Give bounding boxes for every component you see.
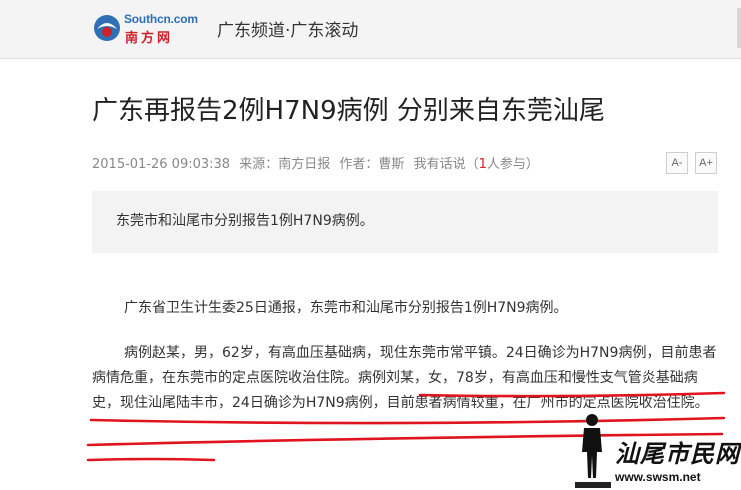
article-summary-box: 东莞市和汕尾市分别报告1例H7N9病例。 <box>92 191 718 253</box>
comment-prefix: 我有话说（ <box>413 157 479 172</box>
comment-count: 1 <box>478 157 487 172</box>
site-logo[interactable]: Southcn.com 南方网 <box>92 9 202 47</box>
article-paragraph-1: 广东省卫生计生委25日通报，东莞市和汕尾市分别报告1例H7N9病例。 <box>92 296 722 321</box>
logo-english-text: Southcn.com <box>124 12 198 26</box>
site-watermark: 汕尾市民网 www.swsm.net <box>575 412 741 490</box>
header-edge-divider <box>737 8 741 48</box>
comment-link[interactable]: 我有话说（1人参与） <box>414 157 539 172</box>
source-label: 来源： <box>239 157 279 172</box>
paragraph-2-text: 病例赵某，男，62岁，有高血压基础病，现住东莞市常平镇。24日确诊为H7N9病例… <box>92 345 717 411</box>
watermark-url: www.swsm.net <box>615 470 701 484</box>
source-name: 南方日报 <box>278 157 331 172</box>
author-name: 曹斯 <box>378 157 405 172</box>
logo-mark-icon <box>94 15 120 41</box>
watermark-name: 汕尾市民网 <box>615 439 740 468</box>
paragraph-1-text: 广东省卫生计生委25日通报，东莞市和汕尾市分别报告1例H7N9病例。 <box>124 300 568 316</box>
font-larger-button[interactable]: A+ <box>695 152 717 174</box>
logo-chinese-text: 南方网 <box>125 31 174 46</box>
standing-figure-icon <box>582 414 602 478</box>
author-label: 作者： <box>339 157 379 172</box>
article-paragraph-2: 病例赵某，男，62岁，有高血压基础病，现住东莞市常平镇。24日确诊为H7N9病例… <box>92 341 722 416</box>
publish-datetime: 2015-01-26 09:03:38 <box>92 157 231 172</box>
channel-breadcrumb[interactable]: 广东频道·广东滚动 <box>217 16 358 41</box>
annotation-underline-4 <box>86 457 216 462</box>
summary-text: 东莞市和汕尾市分别报告1例H7N9病例。 <box>116 213 374 229</box>
site-header: Southcn.com 南方网 广东频道·广东滚动 <box>0 0 741 59</box>
watermark-base <box>575 482 611 488</box>
font-smaller-button[interactable]: A- <box>666 152 688 174</box>
comment-suffix: 人参与） <box>486 157 539 172</box>
article-meta: 2015-01-26 09:03:38 来源：南方日报 作者：曹斯 我有话说（1… <box>92 153 539 172</box>
article-title: 广东再报告2例H7N9病例 分别来自东莞汕尾 <box>92 96 605 126</box>
